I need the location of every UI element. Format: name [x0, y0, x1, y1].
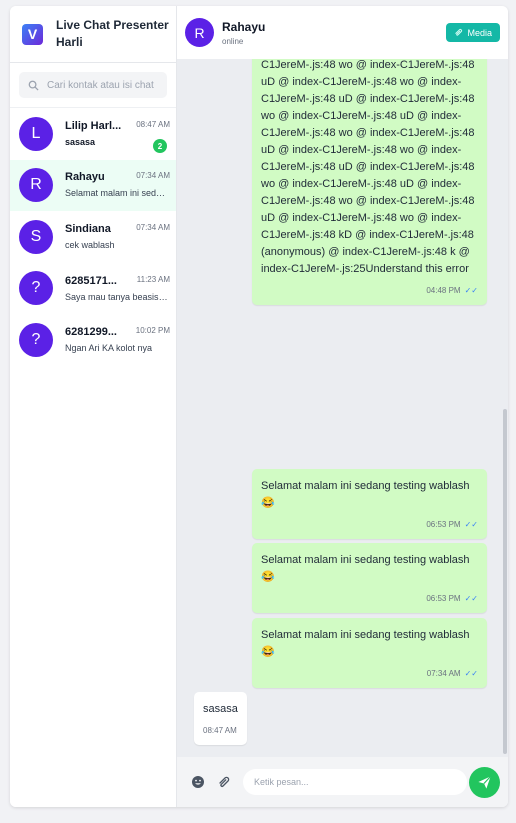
- contact-last-message: Ngan Ari KA kolot nya: [65, 343, 153, 354]
- message-time: 06:53 PM: [426, 520, 461, 529]
- message-time: 06:53 PM: [426, 594, 461, 603]
- media-button-label: Media: [467, 27, 492, 38]
- avatar: R: [19, 168, 53, 203]
- message-incoming: sasasa 08:47 AM: [194, 692, 247, 745]
- sidebar: V Live Chat Presenter Harli L Lilip Harl…: [10, 6, 177, 807]
- avatar: S: [19, 219, 53, 254]
- contact-item[interactable]: S Sindiana 07:34 AM cek wablash: [10, 211, 176, 263]
- message-list: C1JereM-.js:48 wo @ index-C1JereM-.js:48…: [177, 59, 508, 757]
- message-outgoing: Selamat malam ini sedang testing wablash…: [252, 469, 487, 539]
- contact-last-message: cek wablash: [65, 240, 115, 251]
- paperclip-icon[interactable]: [217, 775, 231, 789]
- media-button[interactable]: Media: [446, 23, 500, 42]
- read-receipt-icon: ✓✓: [464, 669, 478, 678]
- sidebar-header: V Live Chat Presenter Harli: [10, 6, 176, 63]
- contact-last-message: Selamat malam ini sedang testing wablash…: [65, 188, 169, 199]
- message-outgoing: C1JereM-.js:48 wo @ index-C1JereM-.js:48…: [252, 59, 487, 305]
- app-logo: V: [22, 23, 43, 45]
- chat-contact-status: online: [222, 36, 244, 46]
- emoji-icon[interactable]: [191, 775, 205, 789]
- read-receipt-icon: ✓✓: [464, 594, 478, 603]
- message-composer: [177, 757, 508, 807]
- chat-contact-name: Rahayu: [222, 19, 266, 34]
- avatar: R: [185, 18, 214, 47]
- message-text: sasasa: [203, 703, 238, 715]
- message-input[interactable]: [243, 769, 467, 795]
- contact-item[interactable]: ? 6285171... 11:23 AM Saya mau tanya bea…: [10, 263, 176, 315]
- message-scrollbar[interactable]: [502, 59, 508, 757]
- contact-name: Sindiana: [65, 223, 111, 236]
- message-outgoing: Selamat malam ini sedang testing wablash…: [252, 618, 487, 688]
- paperclip-icon: [455, 28, 463, 36]
- read-receipt-icon: ✓✓: [464, 286, 478, 295]
- contact-time: 11:23 AM: [136, 274, 170, 284]
- chat-header: R Rahayu online Media: [177, 6, 508, 59]
- read-receipt-icon: ✓✓: [464, 520, 478, 529]
- contact-item-active[interactable]: R Rahayu 07:34 AM Selamat malam ini seda…: [10, 159, 176, 211]
- contact-last-message: Saya mau tanya beasiswa: [65, 291, 169, 302]
- chat-panel: R Rahayu online Media C1JereM-.js:48 wo …: [177, 6, 508, 807]
- search-box[interactable]: [19, 72, 167, 98]
- unread-badge: 2: [153, 139, 167, 153]
- contact-time: 07:34 AM: [136, 223, 170, 233]
- contact-name: 6285171...: [65, 274, 117, 287]
- message-outgoing: Selamat malam ini sedang testing wablash…: [252, 543, 487, 613]
- message-time: 04:48 PM: [426, 286, 461, 295]
- contact-name: 6281299...: [65, 326, 117, 339]
- contact-item[interactable]: L Lilip Harl... 08:47 AM sasasa 2: [10, 108, 176, 160]
- search-icon: [28, 80, 39, 91]
- avatar: L: [19, 116, 53, 151]
- message-time: 07:34 AM: [426, 669, 461, 678]
- app-title: Live Chat Presenter Harli: [56, 18, 169, 49]
- search-bar: [10, 63, 176, 108]
- contact-name: Lilip Harl...: [65, 120, 122, 133]
- contact-time: 08:47 AM: [136, 120, 170, 130]
- app-window: V Live Chat Presenter Harli L Lilip Harl…: [10, 6, 508, 807]
- contact-time: 07:34 AM: [136, 171, 170, 181]
- search-input[interactable]: [47, 79, 167, 91]
- contact-item[interactable]: ? 6281299... 10:02 PM Ngan Ari KA kolot …: [10, 314, 176, 366]
- avatar: ?: [19, 271, 53, 306]
- message-text: Selamat malam ini sedang testing wablash…: [261, 629, 470, 658]
- message-time: 08:47 AM: [203, 726, 237, 735]
- message-text: Selamat malam ini sedang testing wablash…: [261, 480, 470, 509]
- message-text: C1JereM-.js:48 wo @ index-C1JereM-.js:48…: [261, 59, 475, 275]
- send-button[interactable]: [469, 767, 500, 798]
- message-text: Selamat malam ini sedang testing wablash…: [261, 554, 470, 583]
- send-icon: [478, 776, 492, 789]
- contact-time: 10:02 PM: [135, 326, 170, 336]
- scrollbar-thumb[interactable]: [503, 409, 507, 754]
- contact-name: Rahayu: [65, 171, 105, 184]
- avatar: ?: [19, 322, 53, 357]
